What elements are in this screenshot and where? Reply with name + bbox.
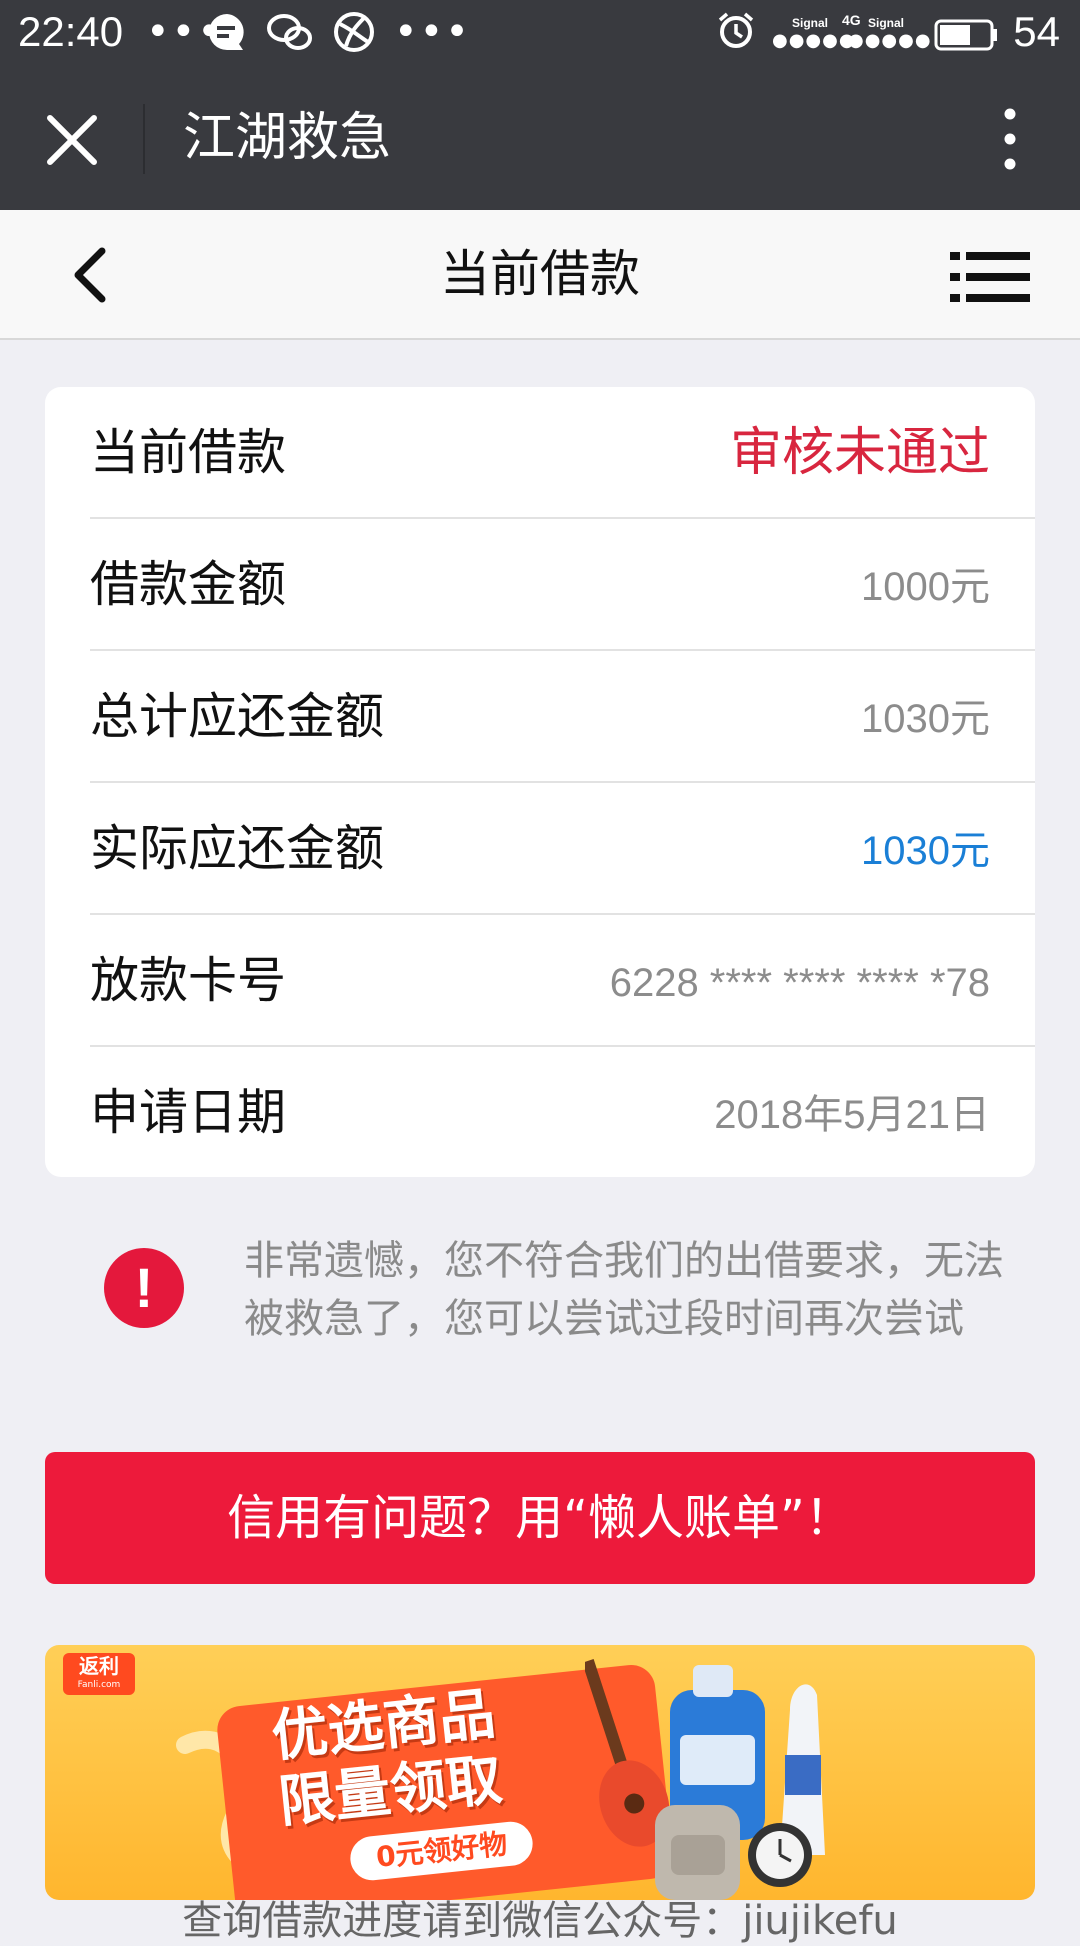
- info-label: 实际应还金额: [90, 820, 385, 877]
- more-notifications-icon-2: •••: [394, 9, 471, 55]
- fanli-logo-text: 返利: [79, 1654, 119, 1678]
- battery-level: 54: [1013, 8, 1060, 55]
- signal-label-1: Signal: [792, 16, 829, 30]
- signal-label-2: Signal: [868, 16, 905, 30]
- info-row-actual-repay: 实际应还金额 1030元: [90, 783, 1035, 915]
- status-time: 22:40: [18, 8, 124, 55]
- fanli-logo-sub: Fanli.com: [77, 1680, 121, 1690]
- battery-icon: [934, 19, 997, 51]
- footer-tip: 查询借款进度请到微信公众号：jiujikefu: [182, 1898, 898, 1944]
- more-options-icon[interactable]: [990, 104, 1030, 174]
- app-bar-divider: [143, 104, 145, 174]
- signal-strength-1-icon: ●●●●●: [772, 30, 856, 51]
- close-icon[interactable]: [40, 108, 104, 172]
- alarm-icon: [718, 12, 754, 48]
- app-title: 江湖救急: [183, 108, 392, 168]
- actual-repay-value: 1030元: [861, 829, 990, 873]
- info-label: 当前借款: [90, 424, 287, 481]
- card-number-value: 6228 **** **** **** *78: [609, 961, 990, 1005]
- wechat-icon: [267, 14, 312, 50]
- rejection-notice-text: 非常遗憾，您不符合我们的出借要求，无法被救急了，您可以尝试过段时间再次尝试: [244, 1238, 1004, 1342]
- info-label: 放款卡号: [90, 952, 287, 1009]
- info-row-card-number: 放款卡号 6228 **** **** **** *78: [90, 915, 1035, 1047]
- app-bar: 江湖救急: [0, 64, 1080, 210]
- status-bar: 22:40 ••• ••• Signal ●●●●● 4G Signal ●●●…: [0, 0, 1080, 64]
- info-label: 申请日期: [90, 1084, 287, 1141]
- lazy-bill-button[interactable]: 信用有问题？用“懒人账单”！: [45, 1452, 1035, 1584]
- page-header: 当前借款: [0, 210, 1080, 340]
- warning-icon: !: [104, 1248, 184, 1328]
- info-row-loan-amount: 借款金额 1000元: [90, 519, 1035, 651]
- signal-strength-2-icon: ●●●●●: [848, 30, 932, 51]
- info-row-status: 当前借款 审核未通过: [90, 387, 1035, 519]
- page-title: 当前借款: [440, 245, 640, 303]
- banner-title: 优选商品 限量领取: [269, 1682, 506, 1837]
- info-row-total-repay: 总计应还金额 1030元: [90, 651, 1035, 783]
- browser-icon: [334, 12, 374, 52]
- products-illustration: [585, 1659, 825, 1900]
- loan-info-card: 当前借款 审核未通过 借款金额 1000元 总计应还金额 1030元 实际应还金…: [45, 387, 1035, 1177]
- loan-amount-value: 1000元: [861, 565, 990, 609]
- apply-date-value: 2018年5月21日: [714, 1093, 990, 1137]
- promo-banner[interactable]: 返利 Fanli.com 优选商品 限量领取 0元领好物: [45, 1645, 1035, 1900]
- network-type: 4G: [842, 12, 861, 28]
- fanli-logo: 返利 Fanli.com: [63, 1653, 135, 1695]
- total-repay-value: 1030元: [861, 697, 990, 741]
- info-label: 总计应还金额: [90, 688, 385, 745]
- review-status-value: 审核未通过: [729, 423, 990, 483]
- list-menu-icon[interactable]: [950, 250, 1030, 304]
- info-label: 借款金额: [90, 556, 287, 613]
- message-icon: [209, 14, 244, 50]
- info-row-apply-date: 申请日期 2018年5月21日: [90, 1047, 1035, 1177]
